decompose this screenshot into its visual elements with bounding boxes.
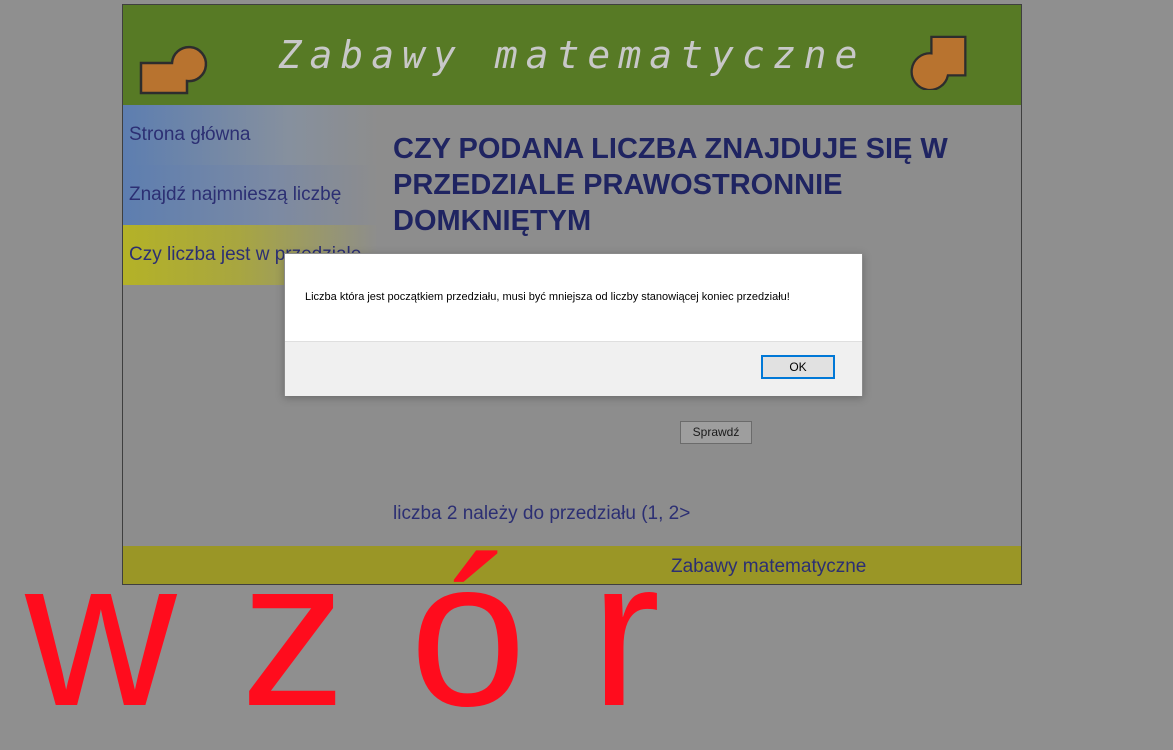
alert-button-bar: OK xyxy=(285,341,862,396)
ok-button[interactable]: OK xyxy=(761,355,835,379)
site-title: Zabawy matematyczne xyxy=(278,33,866,77)
sidebar-item-find-smallest[interactable]: Znajdź najmnieszą liczbę xyxy=(123,165,378,225)
page-title: CZY PODANA LICZBA ZNAJDUJE SIĘ W PRZEDZI… xyxy=(393,133,948,237)
shapes-logo-icon xyxy=(910,35,967,90)
alert-dialog: Liczba która jest początkiem przedziału,… xyxy=(284,253,863,396)
site-header: Zabawy matematyczne xyxy=(123,5,1021,105)
check-button[interactable]: Sprawdź xyxy=(680,421,752,444)
watermark-text: wzór xyxy=(25,515,725,750)
alert-message: Liczba która jest początkiem przedziału,… xyxy=(305,291,790,303)
sidebar-item-home[interactable]: Strona główna xyxy=(123,105,378,165)
